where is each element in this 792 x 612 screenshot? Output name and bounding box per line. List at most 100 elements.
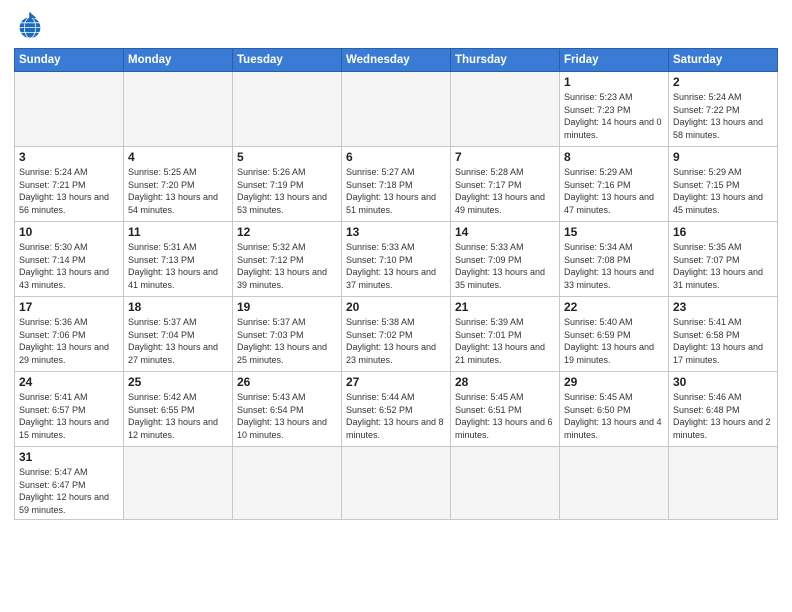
- calendar-cell: [451, 447, 560, 520]
- calendar-cell: [233, 72, 342, 147]
- day-number: 1: [564, 75, 664, 89]
- day-info: Sunrise: 5:23 AM Sunset: 7:23 PM Dayligh…: [564, 91, 664, 141]
- calendar-cell: 15 Sunrise: 5:34 AM Sunset: 7:08 PM Dayli…: [560, 222, 669, 297]
- day-info: Sunrise: 5:40 AM Sunset: 6:59 PM Dayligh…: [564, 316, 664, 366]
- calendar-cell: 8 Sunrise: 5:29 AM Sunset: 7:16 PM Daylig…: [560, 147, 669, 222]
- calendar-cell: 23Sunrise: 5:41 AM Sunset: 6:58 PM Dayli…: [669, 297, 778, 372]
- day-number: 9: [673, 150, 773, 164]
- day-info: Sunrise: 5:42 AM Sunset: 6:55 PM Dayligh…: [128, 391, 228, 441]
- day-info: Sunrise: 5:43 AM Sunset: 6:54 PM Dayligh…: [237, 391, 337, 441]
- weekday-saturday: Saturday: [669, 49, 778, 72]
- calendar-cell: 22 Sunrise: 5:40 AM Sunset: 6:59 PM Dayli…: [560, 297, 669, 372]
- calendar-cell: 26Sunrise: 5:43 AM Sunset: 6:54 PM Dayli…: [233, 372, 342, 447]
- day-number: 22: [564, 300, 664, 314]
- day-info: Sunrise: 5:37 AM Sunset: 7:03 PM Dayligh…: [237, 316, 337, 366]
- day-number: 21: [455, 300, 555, 314]
- calendar-cell: 20 Sunrise: 5:38 AM Sunset: 7:02 PM Dayli…: [342, 297, 451, 372]
- day-info: Sunrise: 5:39 AM Sunset: 7:01 PM Dayligh…: [455, 316, 555, 366]
- day-info: Sunrise: 5:29 AM Sunset: 7:15 PM Dayligh…: [673, 166, 773, 216]
- day-number: 17: [19, 300, 119, 314]
- calendar-cell: 2Sunrise: 5:24 AM Sunset: 7:22 PM Daylig…: [669, 72, 778, 147]
- calendar-cell: [342, 72, 451, 147]
- day-number: 25: [128, 375, 228, 389]
- day-number: 4: [128, 150, 228, 164]
- day-info: Sunrise: 5:30 AM Sunset: 7:14 PM Dayligh…: [19, 241, 119, 291]
- day-number: 23: [673, 300, 773, 314]
- calendar-cell: 9 Sunrise: 5:29 AM Sunset: 7:15 PM Daylig…: [669, 147, 778, 222]
- week-row-2: 3Sunrise: 5:24 AM Sunset: 7:21 PM Daylig…: [15, 147, 778, 222]
- day-number: 3: [19, 150, 119, 164]
- weekday-wednesday: Wednesday: [342, 49, 451, 72]
- day-number: 10: [19, 225, 119, 239]
- day-info: Sunrise: 5:41 AM Sunset: 6:57 PM Dayligh…: [19, 391, 119, 441]
- calendar-page: SundayMondayTuesdayWednesdayThursdayFrid…: [0, 0, 792, 612]
- week-row-3: 10 Sunrise: 5:30 AM Sunset: 7:14 PM Dayli…: [15, 222, 778, 297]
- week-row-4: 17Sunrise: 5:36 AM Sunset: 7:06 PM Dayli…: [15, 297, 778, 372]
- weekday-header-row: SundayMondayTuesdayWednesdayThursdayFrid…: [15, 49, 778, 72]
- weekday-thursday: Thursday: [451, 49, 560, 72]
- day-number: 11: [128, 225, 228, 239]
- day-number: 8: [564, 150, 664, 164]
- week-row-1: 1 Sunrise: 5:23 AM Sunset: 7:23 PM Daylig…: [15, 72, 778, 147]
- weekday-friday: Friday: [560, 49, 669, 72]
- day-number: 31: [19, 450, 119, 464]
- day-info: Sunrise: 5:32 AM Sunset: 7:12 PM Dayligh…: [237, 241, 337, 291]
- calendar-cell: 5Sunrise: 5:26 AM Sunset: 7:19 PM Daylig…: [233, 147, 342, 222]
- calendar-cell: [233, 447, 342, 520]
- calendar-cell: 29Sunrise: 5:45 AM Sunset: 6:50 PM Dayli…: [560, 372, 669, 447]
- calendar-cell: [124, 72, 233, 147]
- day-number: 30: [673, 375, 773, 389]
- calendar-cell: 3Sunrise: 5:24 AM Sunset: 7:21 PM Daylig…: [15, 147, 124, 222]
- day-number: 18: [128, 300, 228, 314]
- calendar-cell: [451, 72, 560, 147]
- calendar-cell: 25 Sunrise: 5:42 AM Sunset: 6:55 PM Dayli…: [124, 372, 233, 447]
- day-info: Sunrise: 5:38 AM Sunset: 7:02 PM Dayligh…: [346, 316, 446, 366]
- calendar-cell: 17Sunrise: 5:36 AM Sunset: 7:06 PM Dayli…: [15, 297, 124, 372]
- calendar-cell: 18Sunrise: 5:37 AM Sunset: 7:04 PM Dayli…: [124, 297, 233, 372]
- day-number: 14: [455, 225, 555, 239]
- day-number: 12: [237, 225, 337, 239]
- day-number: 15: [564, 225, 664, 239]
- calendar-cell: 27 Sunrise: 5:44 AM Sunset: 6:52 PM Dayli…: [342, 372, 451, 447]
- calendar-cell: 7Sunrise: 5:28 AM Sunset: 7:17 PM Daylig…: [451, 147, 560, 222]
- day-info: Sunrise: 5:34 AM Sunset: 7:08 PM Dayligh…: [564, 241, 664, 291]
- week-row-6: 31 Sunrise: 5:47 AM Sunset: 6:47 PM Dayli…: [15, 447, 778, 520]
- weekday-tuesday: Tuesday: [233, 49, 342, 72]
- calendar-cell: [342, 447, 451, 520]
- day-info: Sunrise: 5:47 AM Sunset: 6:47 PM Dayligh…: [19, 466, 119, 516]
- day-info: Sunrise: 5:35 AM Sunset: 7:07 PM Dayligh…: [673, 241, 773, 291]
- day-number: 20: [346, 300, 446, 314]
- calendar-cell: 6Sunrise: 5:27 AM Sunset: 7:18 PM Daylig…: [342, 147, 451, 222]
- day-info: Sunrise: 5:27 AM Sunset: 7:18 PM Dayligh…: [346, 166, 446, 216]
- calendar-cell: 16Sunrise: 5:35 AM Sunset: 7:07 PM Dayli…: [669, 222, 778, 297]
- day-number: 28: [455, 375, 555, 389]
- calendar-cell: 1 Sunrise: 5:23 AM Sunset: 7:23 PM Daylig…: [560, 72, 669, 147]
- day-info: Sunrise: 5:26 AM Sunset: 7:19 PM Dayligh…: [237, 166, 337, 216]
- calendar-cell: 21 Sunrise: 5:39 AM Sunset: 7:01 PM Dayli…: [451, 297, 560, 372]
- day-info: Sunrise: 5:46 AM Sunset: 6:48 PM Dayligh…: [673, 391, 773, 441]
- calendar-cell: 10 Sunrise: 5:30 AM Sunset: 7:14 PM Dayli…: [15, 222, 124, 297]
- calendar-cell: 24 Sunrise: 5:41 AM Sunset: 6:57 PM Dayli…: [15, 372, 124, 447]
- day-number: 19: [237, 300, 337, 314]
- calendar-cell: [15, 72, 124, 147]
- logo: [14, 10, 50, 42]
- week-row-5: 24 Sunrise: 5:41 AM Sunset: 6:57 PM Dayli…: [15, 372, 778, 447]
- weekday-sunday: Sunday: [15, 49, 124, 72]
- header: [14, 10, 778, 42]
- calendar-cell: 11 Sunrise: 5:31 AM Sunset: 7:13 PM Dayli…: [124, 222, 233, 297]
- day-info: Sunrise: 5:44 AM Sunset: 6:52 PM Dayligh…: [346, 391, 446, 441]
- calendar-cell: 13Sunrise: 5:33 AM Sunset: 7:10 PM Dayli…: [342, 222, 451, 297]
- day-number: 27: [346, 375, 446, 389]
- day-info: Sunrise: 5:25 AM Sunset: 7:20 PM Dayligh…: [128, 166, 228, 216]
- calendar-cell: 28Sunrise: 5:45 AM Sunset: 6:51 PM Dayli…: [451, 372, 560, 447]
- day-number: 7: [455, 150, 555, 164]
- weekday-monday: Monday: [124, 49, 233, 72]
- day-number: 24: [19, 375, 119, 389]
- day-info: Sunrise: 5:29 AM Sunset: 7:16 PM Dayligh…: [564, 166, 664, 216]
- day-number: 13: [346, 225, 446, 239]
- calendar-cell: [669, 447, 778, 520]
- day-info: Sunrise: 5:31 AM Sunset: 7:13 PM Dayligh…: [128, 241, 228, 291]
- calendar-cell: 30 Sunrise: 5:46 AM Sunset: 6:48 PM Dayli…: [669, 372, 778, 447]
- day-info: Sunrise: 5:24 AM Sunset: 7:22 PM Dayligh…: [673, 91, 773, 141]
- day-info: Sunrise: 5:45 AM Sunset: 6:50 PM Dayligh…: [564, 391, 664, 441]
